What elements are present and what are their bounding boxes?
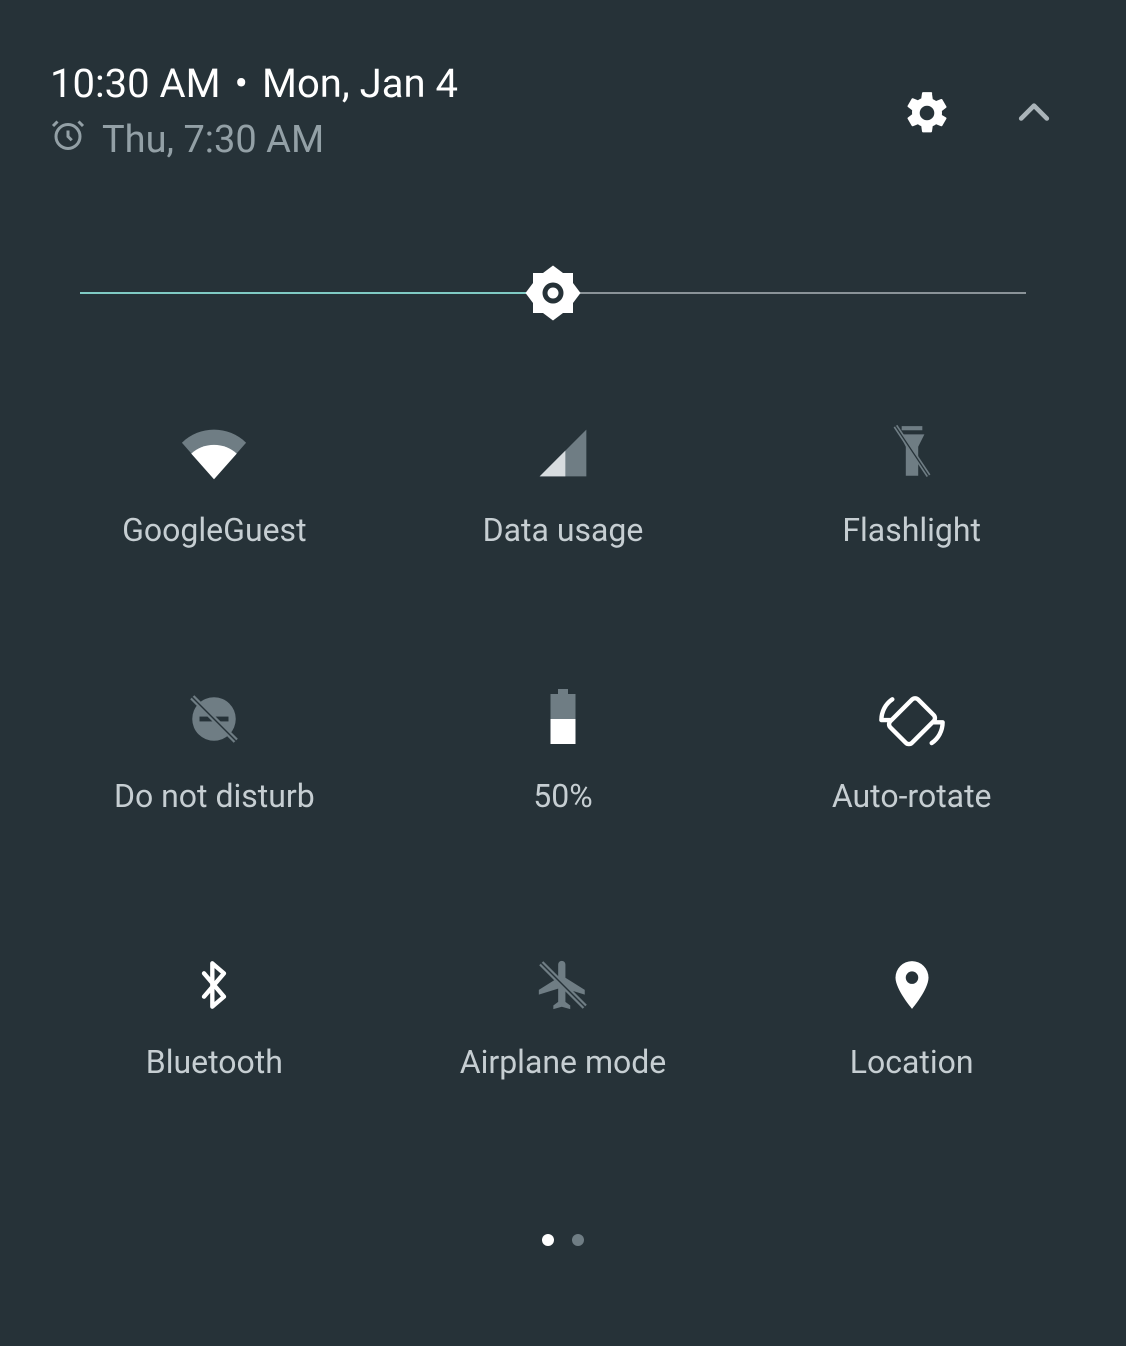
battery-icon — [545, 689, 581, 749]
page-indicator[interactable] — [542, 1234, 584, 1246]
tile-data-usage[interactable]: Data usage — [389, 423, 738, 549]
location-icon — [890, 955, 934, 1015]
tile-bluetooth-label: Bluetooth — [146, 1043, 283, 1081]
tile-battery[interactable]: 50% — [389, 689, 738, 815]
tile-flashlight[interactable]: Flashlight — [737, 423, 1086, 549]
cellular-icon — [535, 423, 591, 483]
collapse-button[interactable] — [1012, 91, 1056, 135]
tile-location[interactable]: Location — [737, 955, 1086, 1081]
quick-settings-grid: GoogleGuest Data usage Flashlight — [0, 423, 1126, 1081]
time-date-row[interactable]: 10:30 AM • Mon, Jan 4 — [50, 60, 458, 107]
tile-wifi-label: GoogleGuest — [122, 511, 306, 549]
settings-button[interactable] — [902, 88, 952, 138]
brightness-icon — [523, 263, 583, 323]
auto-rotate-icon — [877, 689, 947, 749]
tile-dnd[interactable]: Do not disturb — [40, 689, 389, 815]
clock-time: 10:30 AM — [50, 60, 221, 107]
separator-dot: • — [235, 64, 249, 104]
alarm-row[interactable]: Thu, 7:30 AM — [50, 117, 458, 163]
tile-bluetooth[interactable]: Bluetooth — [40, 955, 389, 1081]
header-left: 10:30 AM • Mon, Jan 4 Thu, 7:30 AM — [50, 60, 458, 163]
airplane-icon — [534, 955, 592, 1015]
tile-wifi[interactable]: GoogleGuest — [40, 423, 389, 549]
tile-auto-rotate[interactable]: Auto-rotate — [737, 689, 1086, 815]
tile-dnd-label: Do not disturb — [114, 777, 315, 815]
page-dot-1[interactable] — [542, 1234, 554, 1246]
tile-auto-rotate-label: Auto-rotate — [832, 777, 992, 815]
tile-flashlight-label: Flashlight — [842, 511, 981, 549]
alarm-icon — [50, 117, 86, 163]
bluetooth-icon — [194, 955, 234, 1015]
tile-airplane[interactable]: Airplane mode — [389, 955, 738, 1081]
flashlight-icon — [887, 423, 937, 483]
tile-battery-label: 50% — [533, 777, 592, 815]
alarm-time: Thu, 7:30 AM — [102, 118, 324, 162]
header-right — [902, 60, 1076, 138]
chevron-up-icon — [1012, 91, 1056, 135]
brightness-track-fill — [80, 292, 553, 294]
tile-data-usage-label: Data usage — [483, 511, 644, 549]
wifi-icon — [179, 423, 249, 483]
clock-date: Mon, Jan 4 — [262, 60, 458, 107]
brightness-thumb[interactable] — [523, 263, 583, 323]
tile-location-label: Location — [850, 1043, 974, 1081]
gear-icon — [902, 88, 952, 138]
header: 10:30 AM • Mon, Jan 4 Thu, 7:30 AM — [0, 0, 1126, 163]
page-dot-2[interactable] — [572, 1234, 584, 1246]
brightness-slider[interactable] — [80, 263, 1026, 323]
tile-airplane-label: Airplane mode — [460, 1043, 667, 1081]
dnd-icon — [185, 689, 243, 749]
